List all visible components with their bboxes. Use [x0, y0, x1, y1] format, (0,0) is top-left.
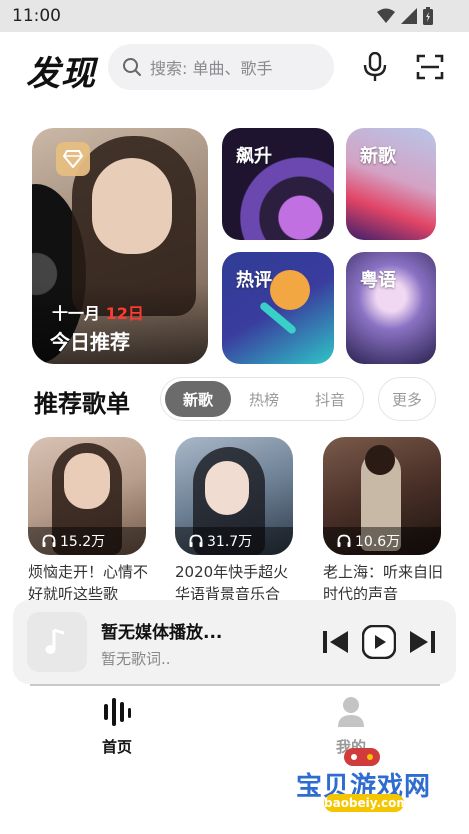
previous-button[interactable] [321, 624, 351, 660]
playlist-card[interactable]: 10.6万 老上海：听来自旧时代的声音 [323, 437, 443, 605]
now-playing-title: 暂无媒体播放... [101, 623, 223, 643]
tile-cantonese-label: 粤语 [360, 270, 396, 291]
play-count: 31.7万 [175, 527, 293, 555]
skip-next-icon [410, 631, 435, 653]
play-button[interactable] [361, 624, 397, 660]
status-bar: 11:00 [0, 0, 469, 32]
playlist-card[interactable]: 15.2万 烦恼走开！心情不好就听这些歌 [28, 437, 148, 605]
watermark-url: baobeiy.com [324, 794, 409, 812]
tab-hot-list[interactable]: 热榜 [231, 381, 297, 417]
tile-hot-comments-label: 热评 [236, 270, 272, 291]
play-count-text: 31.7万 [207, 534, 253, 550]
playlist-tabs: 新歌 热榜 抖音 [160, 377, 364, 421]
tile-circle-decor [270, 270, 310, 310]
featured-label: 今日推荐 [50, 330, 130, 354]
album-art-placeholder [27, 612, 87, 672]
cover-head [365, 445, 395, 475]
watermark-logo: 宝贝游戏网 baobeiy.com [290, 744, 440, 824]
play-count-text: 15.2万 [60, 534, 106, 550]
tile-hot-comments[interactable]: 热评 [222, 252, 334, 364]
featured-day: 12日 [105, 304, 144, 323]
playlist-title: 老上海：听来自旧时代的声音 [323, 563, 444, 603]
scan-button[interactable] [415, 50, 445, 84]
battery-icon [423, 7, 433, 25]
playlist-cover: 31.7万 [175, 437, 293, 555]
playlist-title: 烦恼走开！心情不好就听这些歌 [28, 563, 149, 603]
mini-player[interactable]: 暂无媒体播放... 暂无歌词.. [13, 600, 456, 684]
search-placeholder: 搜索: 单曲、歌手 [150, 59, 273, 78]
app-header: 发现 搜索: 单曲、歌手 [0, 40, 469, 96]
next-button[interactable] [407, 624, 437, 660]
featured-month: 十一月 [52, 304, 101, 323]
music-note-icon [45, 628, 65, 654]
playlist-title: 2020年快手超火华语背景音乐合 [175, 563, 289, 603]
scan-icon [416, 54, 444, 80]
play-count-text: 10.6万 [355, 534, 401, 550]
playlist-cover: 10.6万 [323, 437, 441, 555]
vip-diamond-icon [56, 142, 90, 176]
more-button[interactable]: 更多 [378, 377, 436, 421]
search-icon [123, 58, 141, 76]
cover-face [205, 461, 249, 515]
playlist-card[interactable]: 31.7万 2020年快手超火华语背景音乐合 [175, 437, 295, 605]
play-count: 15.2万 [28, 527, 146, 555]
now-playing-subtitle: 暂无歌词.. [101, 650, 171, 668]
tile-soaring[interactable]: 飙升 [222, 128, 334, 240]
game-controller-icon [344, 748, 380, 766]
home-wave-icon [104, 698, 131, 726]
headphones-icon [337, 534, 351, 547]
headphones-icon [42, 534, 56, 547]
tile-new-songs[interactable]: 新歌 [346, 128, 436, 240]
page-title: 发现 [26, 54, 96, 94]
user-icon [338, 697, 364, 727]
playlist-section-title: 推荐歌单 [34, 390, 130, 418]
headphones-icon [189, 534, 203, 547]
cover-face [64, 453, 110, 509]
tab-douyin[interactable]: 抖音 [297, 381, 363, 417]
featured-date: 十一月 12日 [52, 300, 144, 324]
wifi-icon [377, 8, 395, 23]
microphone-icon [363, 52, 387, 81]
tile-soaring-label: 飙升 [236, 146, 272, 167]
microphone-button[interactable] [360, 50, 390, 84]
nav-home[interactable]: 首页 [87, 696, 147, 757]
daily-recommend-card[interactable]: 十一月 12日 今日推荐 [32, 128, 208, 364]
search-bar[interactable]: 搜索: 单曲、歌手 [108, 44, 334, 90]
signal-icon [401, 8, 417, 24]
play-count: 10.6万 [323, 527, 441, 555]
featured-image-face [92, 158, 172, 254]
tile-new-songs-label: 新歌 [360, 146, 396, 167]
playlist-cover: 15.2万 [28, 437, 146, 555]
status-time: 11:00 [12, 6, 61, 26]
nav-home-label: 首页 [101, 738, 132, 756]
tile-cantonese[interactable]: 粤语 [346, 252, 436, 364]
skip-previous-icon [323, 631, 348, 653]
status-icons [377, 7, 433, 25]
play-icon [362, 625, 396, 659]
tab-new-songs[interactable]: 新歌 [165, 381, 231, 417]
player-progress-line [30, 684, 440, 686]
